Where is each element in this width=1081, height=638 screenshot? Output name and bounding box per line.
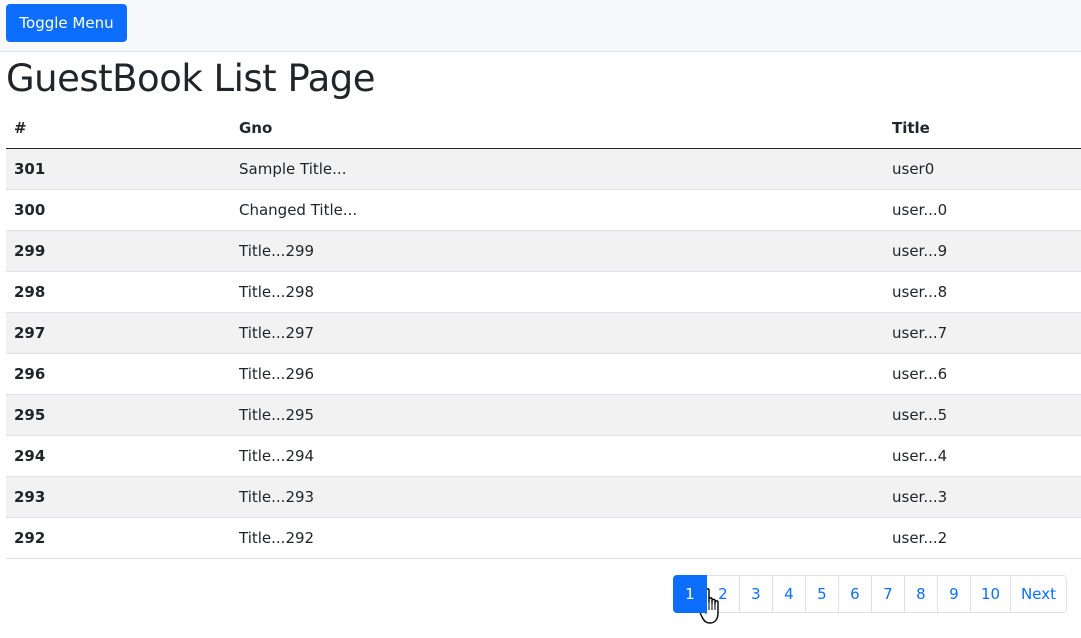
cell-title: user...3 bbox=[884, 476, 1081, 518]
cell-gno: Title...297 bbox=[231, 312, 884, 354]
cell-gno: Title...294 bbox=[231, 435, 884, 477]
cell-title: user...8 bbox=[884, 271, 1081, 313]
table-row[interactable]: 296 Title...296 user...6 bbox=[6, 353, 1081, 395]
cell-gno: Sample Title... bbox=[231, 148, 884, 190]
page-link-10[interactable]: 10 bbox=[969, 575, 1012, 613]
column-header-title: Title bbox=[884, 108, 1081, 149]
table-row[interactable]: 298 Title...298 user...8 bbox=[6, 271, 1081, 313]
page-link-2[interactable]: 2 bbox=[705, 575, 740, 613]
cell-gno: Title...295 bbox=[231, 394, 884, 436]
cell-gno: Title...293 bbox=[231, 476, 884, 518]
cell-number: 295 bbox=[6, 394, 231, 436]
cell-title: user...2 bbox=[884, 517, 1081, 559]
column-header-gno: Gno bbox=[231, 108, 884, 149]
page-link-6[interactable]: 6 bbox=[837, 575, 872, 613]
cell-gno: Title...298 bbox=[231, 271, 884, 313]
cell-number: 300 bbox=[6, 189, 231, 231]
table-row[interactable]: 300 Changed Title... user...0 bbox=[6, 189, 1081, 231]
table-row[interactable]: 293 Title...293 user...3 bbox=[6, 476, 1081, 518]
table-row[interactable]: 292 Title...292 user...2 bbox=[6, 517, 1081, 559]
cell-number: 297 bbox=[6, 312, 231, 354]
navbar: Toggle Menu bbox=[0, 0, 1081, 52]
cell-gno: Title...296 bbox=[231, 353, 884, 395]
cell-title: user...6 bbox=[884, 353, 1081, 395]
cell-title: user...5 bbox=[884, 394, 1081, 436]
cell-number: 299 bbox=[6, 230, 231, 272]
table-header-row: # Gno Title bbox=[6, 108, 1081, 149]
page-link-9[interactable]: 9 bbox=[936, 575, 971, 613]
cell-number: 294 bbox=[6, 435, 231, 477]
cell-title: user...4 bbox=[884, 435, 1081, 477]
guestbook-table: # Gno Title 301 Sample Title... user0 30… bbox=[6, 108, 1081, 559]
cell-number: 301 bbox=[6, 148, 231, 190]
cell-title: user...9 bbox=[884, 230, 1081, 272]
cell-title: user0 bbox=[884, 148, 1081, 190]
table-row[interactable]: 294 Title...294 user...4 bbox=[6, 435, 1081, 477]
table-row[interactable]: 297 Title...297 user...7 bbox=[6, 312, 1081, 354]
page-link-5[interactable]: 5 bbox=[804, 575, 839, 613]
page-link-4[interactable]: 4 bbox=[771, 575, 806, 613]
cell-number: 298 bbox=[6, 271, 231, 313]
cell-number: 292 bbox=[6, 517, 231, 559]
cell-gno: Title...292 bbox=[231, 517, 884, 559]
toggle-menu-button[interactable]: Toggle Menu bbox=[6, 4, 127, 42]
pagination: 1 2 3 4 5 6 7 8 9 10 Next bbox=[672, 575, 1067, 613]
cell-number: 296 bbox=[6, 353, 231, 395]
cell-gno: Title...299 bbox=[231, 230, 884, 272]
page-link-7[interactable]: 7 bbox=[870, 575, 905, 613]
table-row[interactable]: 295 Title...295 user...5 bbox=[6, 394, 1081, 436]
table-row[interactable]: 301 Sample Title... user0 bbox=[6, 148, 1081, 190]
cell-number: 293 bbox=[6, 476, 231, 518]
cell-gno: Changed Title... bbox=[231, 189, 884, 231]
page-link-8[interactable]: 8 bbox=[903, 575, 938, 613]
page-link-3[interactable]: 3 bbox=[738, 575, 773, 613]
cell-title: user...7 bbox=[884, 312, 1081, 354]
cell-title: user...0 bbox=[884, 189, 1081, 231]
column-header-number: # bbox=[6, 108, 231, 149]
table-row[interactable]: 299 Title...299 user...9 bbox=[6, 230, 1081, 272]
page-link-1[interactable]: 1 bbox=[672, 575, 707, 613]
next-page-link[interactable]: Next bbox=[1010, 575, 1067, 613]
page-title: GuestBook List Page bbox=[6, 57, 376, 100]
